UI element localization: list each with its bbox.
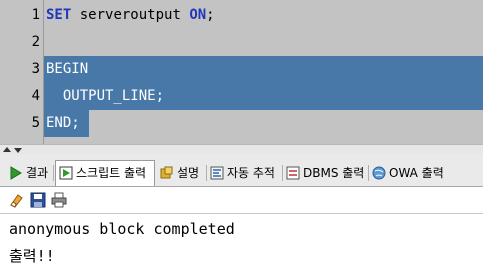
line-number: 4 bbox=[31, 88, 40, 104]
output-tab-bar: 결과 스크립트 출력 설명 자동 추적 DBMS 출력 OWA 출력 bbox=[0, 154, 483, 187]
keyword: ON bbox=[189, 7, 207, 23]
tab-label: DBMS 출력 bbox=[303, 166, 365, 180]
line-number: 1 bbox=[31, 7, 40, 23]
code-text: OUTPUT_LINE; bbox=[46, 88, 165, 104]
tab-script-output[interactable]: 스크립트 출력 bbox=[55, 160, 155, 186]
save-disk-icon[interactable] bbox=[30, 192, 46, 208]
code-token: serveroutput bbox=[71, 7, 190, 23]
code-area[interactable]: BEGIN bbox=[44, 56, 483, 83]
code-line-5[interactable]: 5 END; bbox=[0, 110, 483, 137]
tab-label: 결과 bbox=[26, 166, 49, 180]
print-icon[interactable] bbox=[51, 192, 67, 208]
tab-label: 설명 bbox=[177, 166, 200, 180]
sql-editor[interactable]: 1 SET serveroutput ON; 2 3 BEGIN 4 OUTPU… bbox=[0, 0, 483, 144]
code-area[interactable]: OUTPUT_LINE; bbox=[44, 83, 483, 110]
code-area[interactable]: SET serveroutput ON; bbox=[44, 2, 483, 29]
keyword: BEGIN bbox=[46, 61, 89, 77]
code-token: ; bbox=[206, 7, 215, 23]
collapse-down-icon[interactable] bbox=[14, 148, 22, 153]
output-line: 출력!! bbox=[9, 247, 55, 265]
script-output-pane[interactable]: anonymous block completed 출력!! bbox=[0, 214, 483, 271]
tab-dbms-output[interactable]: DBMS 출력 bbox=[283, 162, 367, 184]
output-line: anonymous block completed bbox=[9, 220, 235, 238]
collapse-up-icon[interactable] bbox=[3, 147, 11, 152]
line-number: 5 bbox=[31, 115, 40, 131]
tab-autotrace[interactable]: 자동 추적 bbox=[207, 162, 282, 184]
tab-explain[interactable]: 설명 bbox=[157, 162, 205, 184]
tab-owa-output[interactable]: OWA 출력 bbox=[369, 162, 449, 184]
autotrace-icon bbox=[210, 166, 224, 180]
code-line-3[interactable]: 3 BEGIN bbox=[0, 56, 483, 83]
code-token: ; bbox=[71, 115, 80, 131]
code-line-4[interactable]: 4 OUTPUT_LINE; bbox=[0, 83, 483, 110]
clear-eraser-icon[interactable] bbox=[8, 192, 24, 208]
explain-icon bbox=[160, 166, 173, 179]
tab-label: 스크립트 출력 bbox=[76, 166, 147, 180]
pane-splitter[interactable] bbox=[0, 144, 483, 154]
output-toolbar bbox=[0, 187, 483, 214]
code-line-1[interactable]: 1 SET serveroutput ON; bbox=[0, 2, 483, 29]
keyword: END bbox=[46, 115, 72, 131]
code-area[interactable]: END; bbox=[44, 110, 483, 137]
code-text: BEGIN bbox=[46, 56, 88, 83]
line-number: 2 bbox=[31, 34, 40, 50]
tab-label: 자동 추적 bbox=[227, 166, 275, 180]
tab-divider bbox=[53, 165, 54, 181]
tab-results[interactable]: 결과 bbox=[6, 162, 52, 184]
code-text: END; bbox=[46, 110, 80, 137]
code-line-2[interactable]: 2 bbox=[0, 29, 483, 56]
keyword: SET bbox=[46, 7, 72, 23]
run-icon bbox=[10, 166, 22, 180]
code-area[interactable] bbox=[44, 29, 483, 56]
code-text: SET serveroutput ON; bbox=[46, 2, 215, 29]
script-output-icon bbox=[59, 166, 73, 180]
dbms-output-icon bbox=[286, 166, 300, 180]
tab-label: OWA 출력 bbox=[389, 166, 444, 180]
line-number: 3 bbox=[31, 61, 40, 77]
owa-output-icon bbox=[372, 166, 386, 180]
